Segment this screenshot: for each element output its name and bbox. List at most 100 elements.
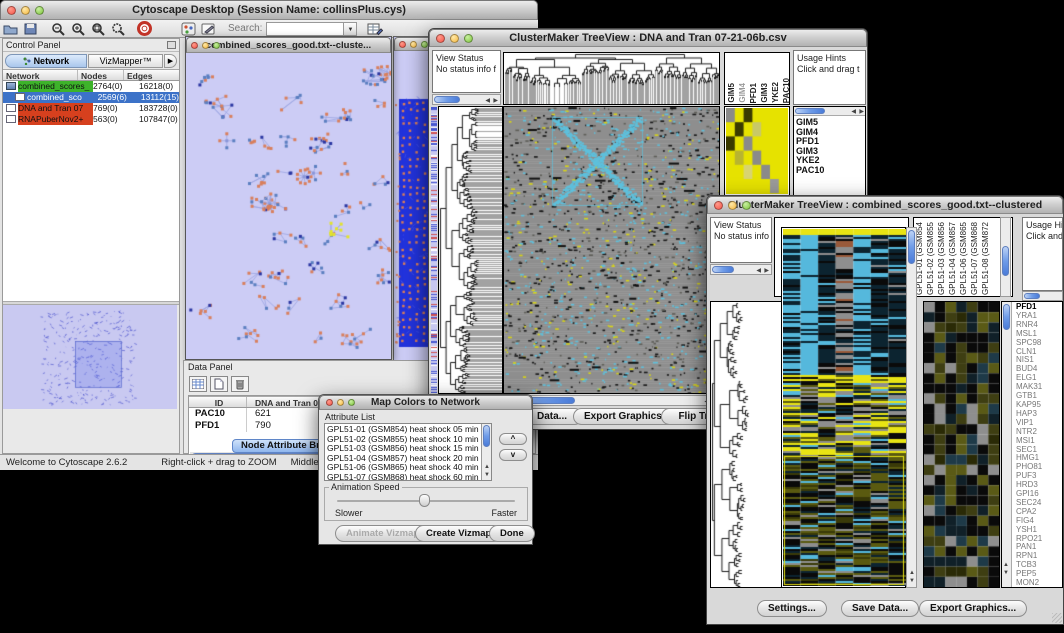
treeview1-heatmap-hscrollbar[interactable]	[503, 395, 720, 406]
treeview1-status-scrollbar[interactable]	[432, 94, 501, 105]
tab-overflow-icon[interactable]: ▶	[164, 54, 177, 68]
close-button[interactable]	[399, 41, 406, 48]
scroll-down-icon[interactable]	[909, 577, 915, 585]
network-row[interactable]: DNA and Tran 07 769(0) 183728(0)	[3, 103, 179, 114]
zoom-button[interactable]	[421, 41, 428, 48]
minimize-button[interactable]	[410, 41, 417, 48]
dialog-titlebar[interactable]: Map Colors to Network	[319, 395, 532, 410]
scroll-up-icon[interactable]	[484, 463, 490, 471]
treeview1-column-labels[interactable]: GIM5GIM4PFD1GIM3YKE2PAC10	[724, 52, 790, 105]
scroll-down-icon[interactable]	[484, 471, 490, 479]
scroll-right-icon[interactable]	[493, 97, 498, 105]
speed-slider-thumb[interactable]	[419, 494, 430, 507]
column-label[interactable]: PAC10	[782, 78, 790, 103]
tab-network[interactable]: Network	[5, 54, 87, 68]
column-label[interactable]: GPL51-03 (GSM856	[937, 222, 947, 295]
column-label[interactable]: PFD1	[749, 83, 759, 103]
column-label[interactable]: GIM4	[738, 83, 748, 103]
treeview2-titlebar[interactable]: ClusterMaker TreeView : combined_scores_…	[707, 196, 1063, 214]
network-row[interactable]: RNAPuberNov2+ 563(0) 107847(0)	[3, 114, 179, 125]
scroll-left-icon[interactable]	[756, 267, 761, 275]
minimize-button[interactable]	[202, 42, 209, 49]
treeview2-labels-vscrollbar[interactable]	[1000, 217, 1011, 297]
delete-attribute-icon[interactable]	[231, 376, 249, 392]
tab-vizmapper[interactable]: VizMapper™	[88, 54, 163, 68]
scroll-left-icon[interactable]	[485, 97, 490, 105]
network-row[interactable]: combined_scores_ 2764(0) 16218(0)	[3, 81, 179, 92]
column-label[interactable]: GIM3	[760, 83, 770, 103]
treeview2-row-dendrogram[interactable]	[710, 301, 783, 588]
attribute-item[interactable]: GPL51-07 (GSM868) heat shock 60 min	[327, 473, 491, 481]
network-list[interactable]: combined_scores_ 2764(0) 16218(0) combin…	[3, 81, 179, 301]
minimize-button[interactable]	[450, 34, 459, 43]
treeview2-hints-scrollbar[interactable]	[1022, 291, 1063, 301]
minimize-button[interactable]	[21, 6, 30, 15]
network-window-1[interactable]: combined_scores_good.txt--cluste...	[185, 36, 392, 360]
column-label[interactable]: GPL51-04 (GSM857	[948, 222, 958, 295]
open-file-icon[interactable]	[0, 20, 20, 37]
treeview2-heatmap[interactable]	[781, 227, 906, 588]
zoom-fit-icon[interactable]	[108, 20, 128, 37]
resize-grip[interactable]	[1052, 613, 1062, 623]
search-input[interactable]	[266, 22, 344, 36]
scroll-right-icon[interactable]	[859, 108, 864, 116]
attribute-table-icon[interactable]	[365, 20, 385, 37]
attribute-list-vscrollbar[interactable]	[481, 424, 491, 480]
network-overview-canvas[interactable]	[3, 305, 177, 409]
zoom-out-icon[interactable]	[48, 20, 68, 37]
scroll-left-icon[interactable]	[851, 108, 856, 116]
treeview1-column-dendrogram[interactable]	[503, 52, 720, 105]
zoom-button[interactable]	[213, 42, 220, 49]
treeview1-gene-hscrollbar[interactable]	[794, 107, 865, 116]
attribute-listbox[interactable]: GPL51-01 (GSM854) heat shock 05 minGPL51…	[324, 423, 492, 481]
save-data-button[interactable]: Save Data...	[841, 600, 919, 617]
zoom-button[interactable]	[464, 34, 473, 43]
zoom-button[interactable]	[348, 399, 355, 406]
move-up-button[interactable]: ^	[499, 433, 527, 445]
help-lifesaver-icon[interactable]	[134, 20, 154, 37]
treeview2-gene-vscrollbar[interactable]	[1002, 302, 1012, 587]
zoom-selected-icon[interactable]	[88, 20, 108, 37]
column-label[interactable]: YKE2	[771, 82, 781, 103]
treeview2-heatmap-vscrollbar[interactable]	[906, 227, 917, 588]
column-label[interactable]: GPL51-06 (GSM865	[959, 222, 969, 295]
column-label[interactable]: GPL51-02 (GSM855	[926, 222, 936, 295]
annotation-icon[interactable]	[198, 20, 218, 37]
close-button[interactable]	[436, 34, 445, 43]
done-button[interactable]: Done	[489, 525, 535, 542]
zoom-in-icon[interactable]	[68, 20, 88, 37]
move-down-button[interactable]: v	[499, 449, 527, 461]
minimize-button[interactable]	[337, 399, 344, 406]
gene-label[interactable]: PAC10	[794, 166, 824, 176]
zoom-button[interactable]	[35, 6, 44, 15]
treeview1-row-dendrogram[interactable]	[438, 106, 503, 394]
new-attribute-icon[interactable]	[210, 376, 228, 392]
treeview1-titlebar[interactable]: ClusterMaker TreeView : DNA and Tran 07-…	[429, 29, 867, 47]
scroll-right-icon[interactable]	[764, 267, 769, 275]
treeview2-status-scrollbar[interactable]	[710, 264, 772, 275]
export-graphics-button[interactable]: Export Graphics...	[919, 600, 1027, 617]
treeview2-column-labels[interactable]: GPL51-01 (GSM854GPL51-02 (GSM855GPL51-03…	[913, 217, 1013, 297]
network-row[interactable]: combined_sco 2569(6) 13112(15)	[3, 92, 179, 103]
treeview2-zoom-heatmap[interactable]	[923, 301, 1000, 588]
column-label[interactable]: GPL51-08 (GSM872	[981, 222, 991, 295]
search-dropdown-icon[interactable]: ▼	[344, 22, 357, 36]
network-view-canvas[interactable]	[186, 53, 391, 359]
scroll-up-icon[interactable]	[1003, 561, 1009, 569]
close-button[interactable]	[326, 399, 333, 406]
close-button[interactable]	[7, 6, 16, 15]
zoom-button[interactable]	[742, 201, 751, 210]
column-label[interactable]: GIM5	[727, 83, 737, 103]
scroll-up-icon[interactable]	[909, 569, 915, 577]
close-button[interactable]	[714, 201, 723, 210]
scroll-down-icon[interactable]	[1003, 569, 1009, 577]
vizmapper-panel-icon[interactable]	[178, 20, 198, 37]
minimize-button[interactable]	[728, 201, 737, 210]
settings-button[interactable]: Settings...	[757, 600, 827, 617]
select-attributes-icon[interactable]	[189, 376, 207, 392]
main-titlebar[interactable]: Cytoscape Desktop (Session Name: collins…	[0, 0, 538, 20]
float-panel-icon[interactable]	[167, 41, 176, 49]
close-button[interactable]	[191, 42, 198, 49]
column-label[interactable]: GPL51-07 (GSM868	[970, 222, 980, 295]
save-icon[interactable]	[20, 20, 40, 37]
